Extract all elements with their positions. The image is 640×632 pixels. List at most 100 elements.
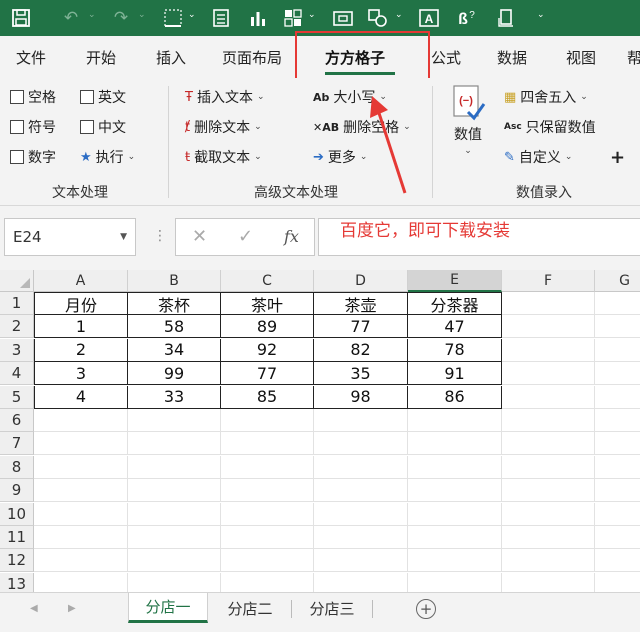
row-header-12[interactable]: 12 — [0, 549, 34, 573]
scroll-right-icon[interactable]: ▶ — [68, 603, 76, 614]
cell-g1[interactable] — [595, 292, 640, 315]
undo-dropdown-icon[interactable]: ⌄ — [88, 10, 96, 20]
checkbox-english[interactable]: 英文 — [80, 87, 126, 107]
cell-e8[interactable] — [408, 455, 502, 479]
cell-c3[interactable]: 92 — [221, 338, 314, 362]
row-header-9[interactable]: 9 — [0, 479, 34, 503]
redo-dropdown-icon[interactable]: ⌄ — [138, 10, 146, 20]
cell-f1[interactable] — [502, 292, 595, 315]
column-header-b[interactable]: B — [128, 270, 221, 292]
chevron-down-icon[interactable]: ▼ — [120, 232, 127, 242]
cell-a10[interactable] — [34, 502, 128, 526]
cancel-icon[interactable]: ✕ — [192, 226, 207, 247]
cell-c4[interactable]: 77 — [221, 362, 314, 386]
cell-d4[interactable]: 35 — [314, 362, 408, 386]
cell-d7[interactable] — [314, 432, 408, 456]
row-header-3[interactable]: 3 — [0, 338, 34, 362]
help-icon[interactable]: ß? — [453, 5, 479, 31]
cell-e10[interactable] — [408, 502, 502, 526]
tab-view[interactable]: 视图 — [566, 47, 596, 68]
cell-g2[interactable] — [595, 315, 640, 339]
cell-a6[interactable] — [34, 409, 128, 432]
cell-d2[interactable]: 77 — [314, 315, 408, 339]
cell-a9[interactable] — [34, 479, 128, 503]
execute-button[interactable]: ★ 执行 ⌄ — [80, 147, 135, 167]
cell-c7[interactable] — [221, 432, 314, 456]
cell-e11[interactable] — [408, 526, 502, 549]
value-button[interactable]: (−) 数值 ⌄ — [450, 84, 486, 156]
more-icon[interactable]: ⌄ — [537, 10, 545, 20]
cell-c5[interactable]: 85 — [221, 385, 314, 409]
cell-e3[interactable]: 78 — [408, 338, 502, 362]
camera-icon[interactable] — [330, 5, 356, 31]
chart-icon[interactable] — [245, 5, 271, 31]
select-all-corner[interactable] — [0, 270, 34, 292]
cell-c12[interactable] — [221, 549, 314, 573]
cell-b7[interactable] — [128, 432, 221, 456]
cell-a4[interactable]: 3 — [34, 362, 128, 386]
cell-f6[interactable] — [502, 409, 595, 432]
row-header-5[interactable]: 5 — [0, 385, 34, 409]
cell-a1[interactable]: 月份 — [34, 292, 128, 315]
cell-d13[interactable] — [314, 572, 408, 592]
row-header-13[interactable]: 13 — [0, 572, 34, 592]
cell-a12[interactable] — [34, 549, 128, 573]
scroll-left-icon[interactable]: ◀ — [30, 603, 38, 614]
column-header-c[interactable]: C — [221, 270, 314, 292]
cell-f4[interactable] — [502, 362, 595, 386]
cell-g6[interactable] — [595, 409, 640, 432]
checkbox-symbol[interactable]: 符号 — [10, 117, 56, 137]
case-button[interactable]: Ab 大小写 ⌄ — [313, 87, 387, 107]
cell-e9[interactable] — [408, 479, 502, 503]
cell-a5[interactable]: 4 — [34, 385, 128, 409]
cell-g8[interactable] — [595, 456, 640, 479]
cell-f11[interactable] — [502, 526, 595, 549]
cell-b2[interactable]: 58 — [128, 315, 221, 339]
cell-g5[interactable] — [595, 386, 640, 409]
sheet-tab-3[interactable]: 分店三 — [294, 593, 370, 623]
cell-e6[interactable] — [408, 409, 502, 432]
cell-d12[interactable] — [314, 549, 408, 573]
cell-e7[interactable] — [408, 432, 502, 456]
checkbox-chinese[interactable]: 中文 — [80, 117, 126, 137]
redo-icon[interactable]: ↷ — [108, 5, 134, 31]
form-icon[interactable] — [208, 5, 234, 31]
checkbox-number[interactable]: 数字 — [10, 147, 56, 167]
border-icon[interactable] — [160, 5, 186, 31]
cell-f9[interactable] — [502, 479, 595, 503]
column-header-f[interactable]: F — [502, 270, 595, 292]
cell-g7[interactable] — [595, 432, 640, 456]
column-header-d[interactable]: D — [314, 270, 408, 292]
cell-b13[interactable] — [128, 572, 221, 592]
cell-g12[interactable] — [595, 549, 640, 573]
extract-text-button[interactable]: ŧ 截取文本 ⌄ — [185, 147, 262, 167]
tab-home[interactable]: 开始 — [86, 47, 116, 68]
row-header-6[interactable]: 6 — [0, 409, 34, 432]
cell-a8[interactable] — [34, 455, 128, 479]
keep-value-button[interactable]: Asc 只保留数值 — [504, 117, 596, 137]
row-header-10[interactable]: 10 — [0, 502, 34, 526]
sheet-tab-2[interactable]: 分店二 — [212, 593, 288, 623]
cell-f3[interactable] — [502, 338, 595, 362]
tab-data[interactable]: 数据 — [497, 47, 527, 68]
delete-space-button[interactable]: ✕AB 删除空格 ⌄ — [313, 117, 411, 137]
cell-b3[interactable]: 34 — [128, 338, 221, 362]
tab-insert[interactable]: 插入 — [156, 47, 186, 68]
cell-a11[interactable] — [34, 526, 128, 549]
cell-e13[interactable] — [408, 572, 502, 592]
cell-b4[interactable]: 99 — [128, 362, 221, 386]
row-header-1[interactable]: 1 — [0, 292, 34, 315]
ribbon-icon[interactable] — [493, 5, 519, 31]
cell-f2[interactable] — [502, 315, 595, 339]
cell-b9[interactable] — [128, 479, 221, 503]
cell-e4[interactable]: 91 — [408, 362, 502, 386]
row-header-2[interactable]: 2 — [0, 315, 34, 339]
add-icon[interactable]: + — [610, 147, 625, 168]
save-icon[interactable] — [8, 5, 34, 31]
cell-e5[interactable]: 86 — [408, 385, 502, 409]
cell-c6[interactable] — [221, 409, 314, 432]
row-header-7[interactable]: 7 — [0, 432, 34, 456]
cell-f10[interactable] — [502, 502, 595, 526]
delete-text-button[interactable]: ⱦ 删除文本 ⌄ — [185, 117, 262, 137]
custom-button[interactable]: ✎ 自定义 ⌄ — [504, 147, 572, 167]
